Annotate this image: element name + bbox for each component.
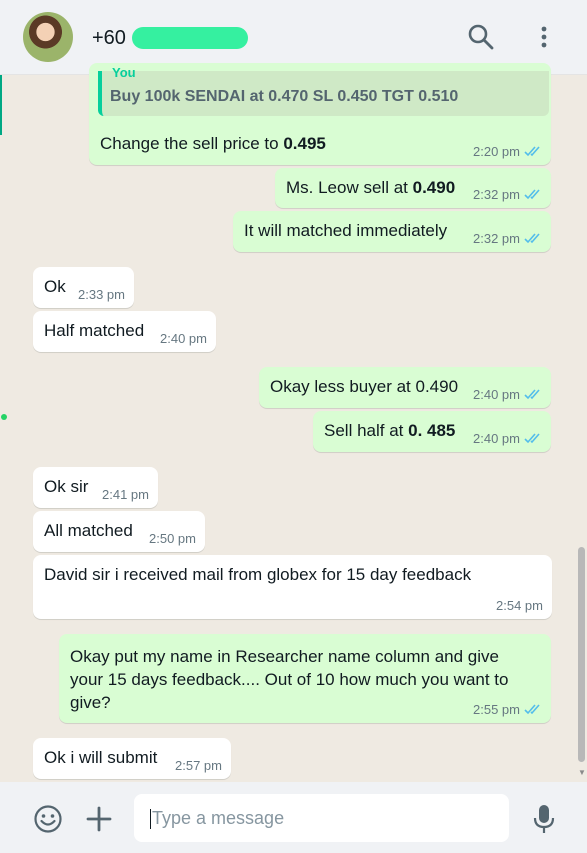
message-bubble-incoming[interactable]: Ok i will submit 2:57 pm [33, 738, 231, 779]
message-bubble-outgoing[interactable]: Okay less buyer at 0.490 2:40 pm [259, 367, 551, 408]
left-accent-bar [0, 75, 2, 135]
message-line: give? [70, 693, 111, 712]
message-text: David sir i received mail from globex fo… [44, 565, 472, 584]
message-time: 2:41 pm [102, 487, 149, 502]
message-meta: 2:32 pm [473, 231, 542, 246]
quoted-text: Buy 100k SENDAI at 0.470 SL 0.450 TGT 0.… [110, 88, 459, 105]
message-time: 2:40 pm [473, 431, 520, 446]
message-meta: 2:20 pm [473, 144, 542, 159]
message-text: All matched [44, 521, 133, 540]
message-meta: 2:54 pm [496, 598, 543, 613]
read-ticks-icon [524, 704, 540, 715]
message-text: Half matched [44, 321, 145, 340]
message-line: your 15 days feedback.... Out of 10 how … [70, 670, 509, 689]
message-meta: 2:33 pm [78, 287, 125, 302]
status-dot [1, 414, 7, 420]
message-bubble-incoming[interactable]: Ok sir 2:41 pm [33, 467, 158, 508]
message-text: It will matched immediately [244, 221, 448, 240]
message-text: Okay less buyer at 0.490 [270, 377, 459, 396]
read-ticks-icon [524, 233, 540, 244]
redaction-mark [132, 27, 248, 49]
message-time: 2:40 pm [160, 331, 207, 346]
scroll-down-arrow-icon[interactable]: ▼ [578, 768, 586, 777]
contact-name[interactable]: +60 [92, 27, 126, 50]
message-text: Ms. Leow sell at 0.490 [286, 178, 456, 197]
message-time: 2:20 pm [473, 144, 520, 159]
message-time: 2:40 pm [473, 387, 520, 402]
message-input[interactable] [134, 794, 509, 842]
message-line: Okay put my name in Researcher name colu… [70, 647, 499, 666]
message-bubble-outgoing[interactable]: Ms. Leow sell at 0.490 2:32 pm [275, 168, 551, 208]
quoted-message[interactable]: You Buy 100k SENDAI at 0.470 SL 0.450 TG… [98, 65, 549, 116]
message-time: 2:32 pm [473, 187, 520, 202]
message-bubble-outgoing[interactable]: It will matched immediately 2:32 pm [233, 211, 551, 252]
message-text: Change the sell price to 0.495 [100, 134, 326, 153]
message-bubble-incoming[interactable]: All matched 2:50 pm [33, 511, 205, 552]
message-time: 2:54 pm [496, 598, 543, 613]
message-text: Sell half at 0. 485 [324, 421, 456, 440]
message-time: 2:33 pm [78, 287, 125, 302]
read-ticks-icon [524, 189, 540, 200]
message-meta: 2:40 pm [160, 331, 207, 346]
message-time: 2:50 pm [149, 531, 196, 546]
message-text: Ok sir [44, 477, 89, 496]
more-vertical-icon[interactable] [529, 22, 559, 52]
message-bubble-incoming[interactable]: David sir i received mail from globex fo… [33, 555, 552, 619]
message-time: 2:32 pm [473, 231, 520, 246]
message-bubble-outgoing[interactable]: You Buy 100k SENDAI at 0.470 SL 0.450 TG… [89, 63, 551, 165]
search-icon[interactable] [466, 22, 496, 52]
composer-bar [0, 782, 587, 853]
read-ticks-icon [524, 146, 540, 157]
read-ticks-icon [524, 433, 540, 444]
microphone-icon[interactable] [531, 804, 557, 839]
text-caret [150, 809, 151, 829]
scrollbar-thumb[interactable] [578, 547, 585, 762]
message-text: Okay put my name in Researcher name colu… [70, 645, 508, 714]
message-text: Ok i will submit [44, 748, 158, 767]
message-meta: 2:57 pm [175, 758, 222, 773]
emoji-icon[interactable] [33, 804, 63, 839]
message-bubble-incoming[interactable]: Half matched 2:40 pm [33, 311, 216, 352]
message-meta: 2:40 pm [473, 431, 542, 446]
message-meta: 2:55 pm [473, 702, 542, 717]
message-bubble-outgoing[interactable]: Sell half at 0. 485 2:40 pm [313, 411, 551, 452]
quoted-author: You [112, 65, 136, 80]
plus-icon[interactable] [86, 806, 112, 837]
message-meta: 2:40 pm [473, 387, 542, 402]
message-meta: 2:41 pm [102, 487, 149, 502]
message-time: 2:57 pm [175, 758, 222, 773]
message-meta: 2:50 pm [149, 531, 196, 546]
message-time: 2:55 pm [473, 702, 520, 717]
contact-avatar[interactable] [23, 12, 73, 62]
message-text: Ok [44, 277, 66, 296]
message-bubble-outgoing[interactable]: Okay put my name in Researcher name colu… [59, 634, 551, 723]
message-bubble-incoming[interactable]: Ok 2:33 pm [33, 267, 134, 308]
message-meta: 2:32 pm [473, 187, 542, 202]
read-ticks-icon [524, 389, 540, 400]
